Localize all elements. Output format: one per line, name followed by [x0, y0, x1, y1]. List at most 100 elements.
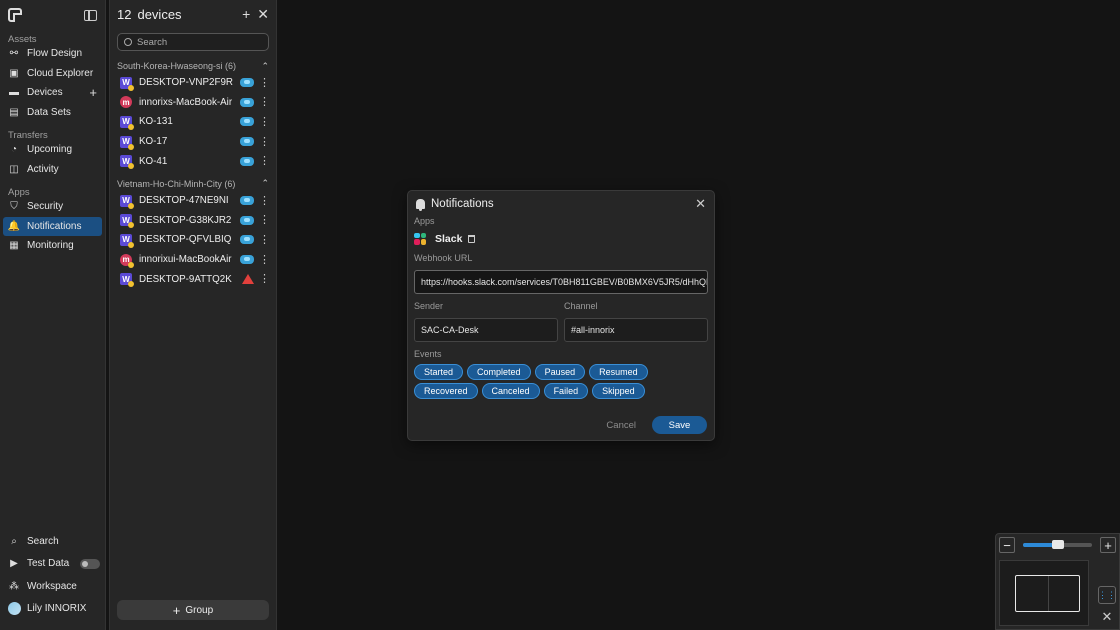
sidebar-item-devices[interactable]: ▬ Devices + — [0, 83, 105, 103]
device-row[interactable]: W DESKTOP-QFVLBIQ ⋮ — [110, 230, 276, 250]
sidebar-item-activity[interactable]: ◫ Activity — [0, 160, 105, 180]
bell-icon: 🔔 — [7, 220, 21, 232]
connection-status-icon — [240, 78, 254, 88]
zoom-out-button[interactable]: − — [999, 537, 1015, 553]
flow-design-icon: ⚯ — [9, 48, 19, 60]
monitoring-icon: ▦ — [9, 240, 19, 252]
save-button[interactable]: Save — [652, 416, 707, 434]
close-icon[interactable]: ✕ — [695, 196, 706, 212]
channel-col: Channel #all-innorix — [564, 301, 708, 342]
device-name: KO-41 — [139, 155, 168, 167]
sender-channel-row: Sender SAC-CA-Desk Channel #all-innorix — [408, 301, 714, 342]
device-name: DESKTOP-G38KJR2 — [139, 214, 232, 226]
more-options-icon[interactable]: ⋮ — [259, 116, 270, 127]
channel-input[interactable]: #all-innorix — [564, 318, 708, 342]
connection-status-icon — [240, 196, 254, 206]
add-device-icon[interactable]: + — [242, 6, 250, 23]
device-group-name: Vietnam-Ho-Chi-Minh-City (6) — [117, 178, 236, 189]
logo-icon[interactable] — [8, 8, 22, 22]
device-group-header[interactable]: South-Korea-Hwaseong-si (6) ⌃ — [110, 59, 276, 73]
workspace-icon: ⁂ — [9, 580, 19, 592]
more-options-icon[interactable]: ⋮ — [259, 195, 270, 206]
minimap-viewport[interactable] — [1015, 575, 1080, 612]
sidebar-item-upcoming[interactable]: ◔ Upcoming — [0, 140, 105, 160]
grid-icon[interactable]: ⋮⋮ — [1098, 586, 1116, 604]
device-row[interactable]: W DESKTOP-G38KJR2 ⋮ — [110, 211, 276, 231]
sidebar-item-label: Flow Design — [27, 48, 83, 60]
more-options-icon[interactable]: ⋮ — [259, 156, 270, 167]
device-row[interactable]: W DESKTOP-9ATTQ2K ⋮ — [110, 269, 276, 289]
event-chip-failed[interactable]: Failed — [543, 383, 589, 399]
sidebar-toggle-icon[interactable] — [84, 9, 97, 21]
device-group-name: South-Korea-Hwaseong-si (6) — [117, 61, 237, 71]
slack-logo-blue — [414, 232, 420, 238]
sidebar-item-security[interactable]: ⛉ Security — [0, 197, 105, 217]
nav-section-label: Apps — [8, 187, 30, 198]
add-group-button[interactable]: + Group — [117, 600, 269, 620]
windows-os-icon: W — [120, 194, 134, 209]
device-search-input[interactable]: Search — [117, 33, 269, 51]
device-row[interactable]: W KO-131 ⋮ — [110, 112, 276, 132]
slack-app-row: Slack — [408, 230, 714, 247]
sidebar-item-label: Data Sets — [27, 106, 71, 118]
play-circle-icon: ▶ — [10, 558, 18, 570]
more-options-icon[interactable]: ⋮ — [259, 254, 270, 265]
minimap[interactable] — [999, 560, 1089, 626]
device-row[interactable]: W KO-17 ⋮ — [110, 132, 276, 152]
more-options-icon[interactable]: ⋮ — [259, 234, 270, 245]
sidebar-item-notifications[interactable]: 🔔 Notifications — [3, 216, 102, 236]
device-row[interactable]: m innorixui-MacBookAir ⋮ — [110, 250, 276, 270]
windows-os-icon: W — [120, 214, 134, 229]
events-label: Events — [414, 349, 442, 359]
trash-icon[interactable] — [468, 234, 476, 243]
devices-icon: ▬ — [9, 87, 19, 99]
more-options-icon[interactable]: ⋮ — [259, 274, 270, 285]
zoom-slider-knob[interactable] — [1051, 540, 1064, 549]
sidebar-item-data-sets[interactable]: ▤ Data Sets — [0, 103, 105, 123]
zoom-in-button[interactable]: + — [1100, 537, 1116, 553]
event-chip-completed[interactable]: Completed — [467, 364, 531, 380]
sidebar-item-label: Cloud Explorer — [27, 67, 94, 79]
event-chip-recovered[interactable]: Recovered — [414, 383, 478, 399]
sender-input[interactable]: SAC-CA-Desk — [414, 318, 558, 342]
webhook-url-input[interactable]: https://hooks.slack.com/services/T0BH811… — [414, 270, 708, 294]
connection-status-icon — [240, 156, 254, 166]
chevron-up-icon[interactable]: ⌃ — [261, 178, 269, 189]
event-chip-paused[interactable]: Paused — [534, 364, 586, 380]
event-chip-skipped[interactable]: Skipped — [592, 383, 645, 399]
nav-user[interactable]: Lily INNORIX — [0, 598, 106, 621]
device-row[interactable]: m innorixs-MacBook-Air ⋮ — [110, 93, 276, 113]
more-options-icon[interactable]: ⋮ — [259, 136, 270, 147]
more-options-icon[interactable]: ⋮ — [259, 97, 270, 108]
nav-workspace[interactable]: ⁂ Workspace — [0, 575, 106, 598]
fit-view-icon[interactable]: ✕ — [1098, 608, 1116, 626]
zoom-widget: − + ⋮⋮ ✕ — [995, 533, 1120, 630]
sidebar-item-cloud-explorer[interactable]: ▣ Cloud Explorer — [0, 64, 105, 84]
test-data-toggle[interactable] — [80, 558, 100, 569]
sidebar-item-monitoring[interactable]: ▦ Monitoring — [0, 236, 105, 256]
device-row[interactable]: W KO-41 ⋮ — [110, 151, 276, 171]
chevron-up-icon[interactable]: ⌃ — [261, 61, 269, 72]
nav-test-data-label: Test Data — [27, 558, 70, 570]
nav-test-data[interactable]: ▶ Test Data — [0, 553, 106, 576]
zoom-slider[interactable] — [1023, 540, 1092, 549]
windows-os-icon: W — [120, 155, 134, 170]
add-device-icon[interactable]: + — [89, 85, 97, 100]
more-options-icon[interactable]: ⋮ — [259, 215, 270, 226]
sidebar-item-flow-design[interactable]: ⚯ Flow Design — [0, 44, 105, 64]
event-chips: Started Completed Paused Resumed Recovered Ca… — [408, 364, 714, 399]
more-options-icon[interactable]: ⋮ — [259, 77, 270, 88]
dialog-header: Notifications ✕ — [408, 191, 714, 216]
event-chip-started[interactable]: Started — [414, 364, 464, 380]
device-group-header[interactable]: Vietnam-Ho-Chi-Minh-City (6) ⌃ — [110, 177, 276, 191]
event-chip-resumed[interactable]: Resumed — [589, 364, 648, 380]
device-groups: South-Korea-Hwaseong-si (6) ⌃ W DESKTOP-VNP… — [110, 59, 276, 289]
cancel-button[interactable]: Cancel — [606, 420, 636, 431]
device-row[interactable]: W DESKTOP-VNP2F9R ⋮ — [110, 73, 276, 93]
zoom-side-icons: ⋮⋮ ✕ — [1098, 586, 1116, 626]
close-panel-icon[interactable]: ✕ — [257, 6, 269, 23]
status-dot — [128, 84, 134, 91]
nav-search[interactable]: ⌕ Search — [0, 530, 106, 553]
event-chip-canceled[interactable]: Canceled — [481, 383, 540, 399]
device-row[interactable]: W DESKTOP-47NE9NI ⋮ — [110, 191, 276, 211]
